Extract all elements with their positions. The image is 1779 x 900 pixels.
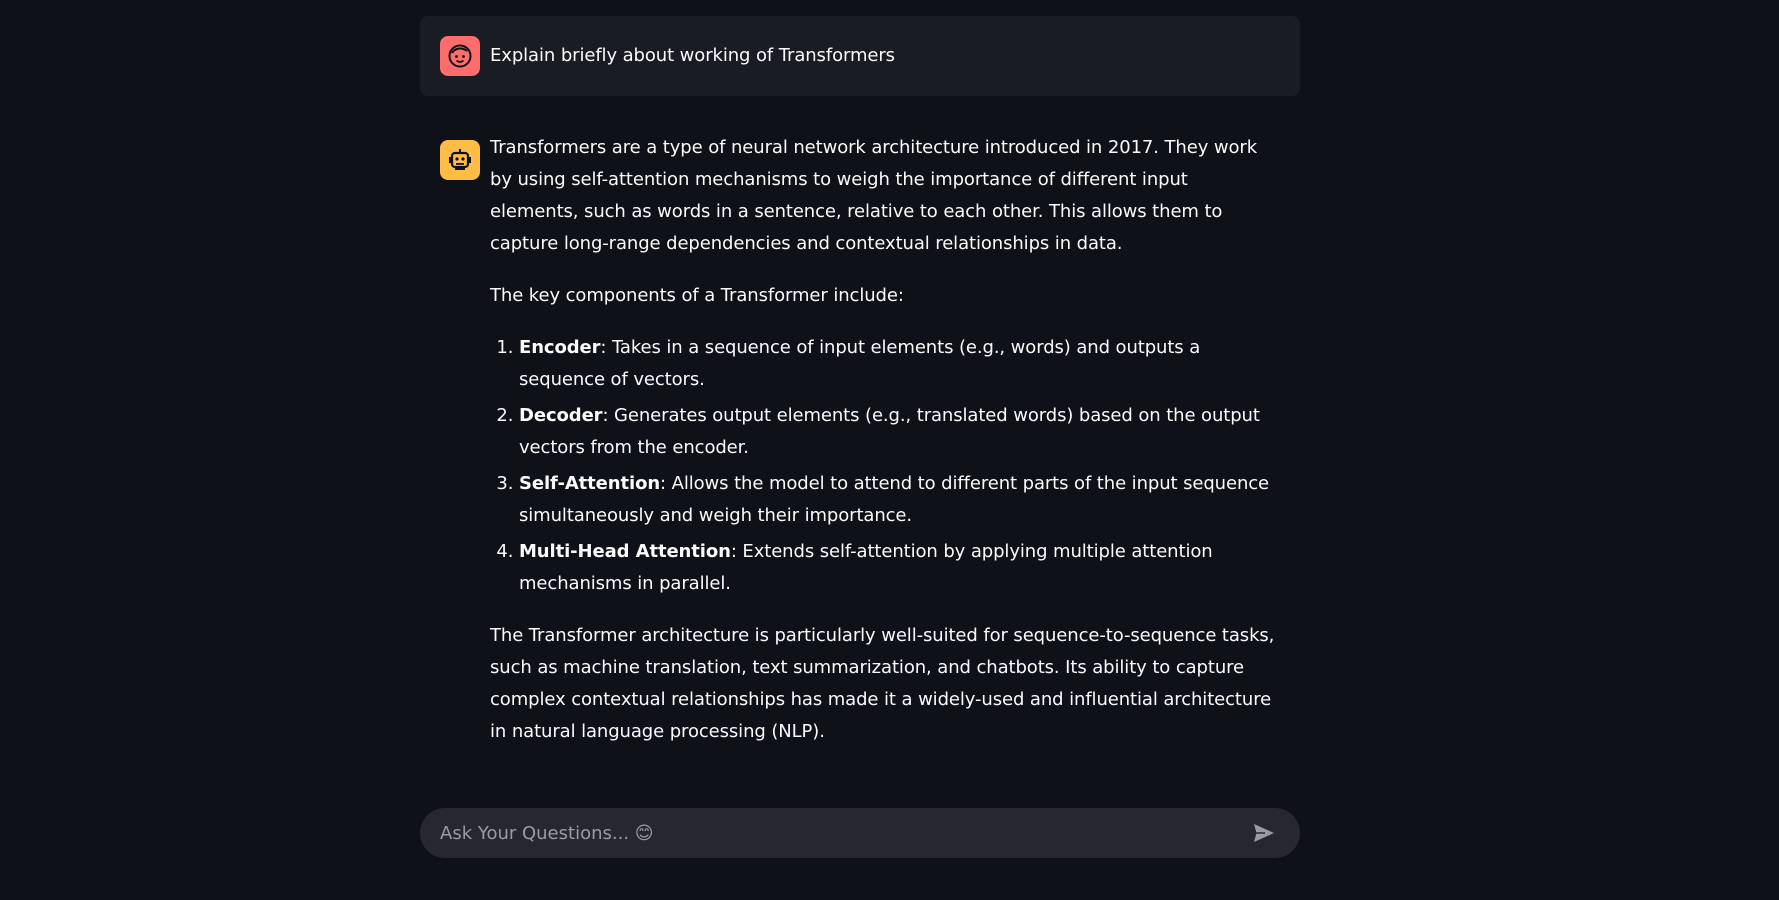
send-arrow-icon <box>1254 824 1274 842</box>
robot-icon <box>449 149 471 170</box>
chat-input[interactable] <box>440 822 1248 844</box>
list-item-text: : Takes in a sequence of input elements … <box>519 337 1201 390</box>
list-item-text: : Generates output elements (e.g., trans… <box>519 405 1260 458</box>
assistant-message-body: Transformers are a type of neural networ… <box>490 132 1280 748</box>
chat-messages: Explain briefly about working of Transfo… <box>420 16 1300 768</box>
list-item: Decoder: Generates output elements (e.g.… <box>519 400 1280 464</box>
list-item-term: Multi-Head Attention <box>519 541 731 562</box>
user-message: Explain briefly about working of Transfo… <box>420 16 1300 96</box>
list-item: Encoder: Takes in a sequence of input el… <box>519 332 1280 396</box>
list-item-term: Encoder <box>519 337 601 358</box>
send-button[interactable] <box>1248 817 1280 849</box>
chat-app: Explain briefly about working of Transfo… <box>0 0 1779 900</box>
user-face-icon <box>448 44 472 68</box>
user-message-text: Explain briefly about working of Transfo… <box>490 45 895 66</box>
list-item: Self-Attention: Allows the model to atte… <box>519 468 1280 532</box>
components-list: Encoder: Takes in a sequence of input el… <box>490 332 1280 600</box>
assistant-avatar <box>440 140 480 180</box>
list-item-term: Self-Attention <box>519 473 661 494</box>
list-item: Multi-Head Attention: Extends self-atten… <box>519 536 1280 600</box>
user-avatar <box>440 36 480 76</box>
chat-input-bar <box>420 808 1300 858</box>
assistant-paragraph: The key components of a Transformer incl… <box>490 285 904 306</box>
assistant-message: Transformers are a type of neural networ… <box>420 120 1300 768</box>
assistant-paragraph: Transformers are a type of neural networ… <box>490 137 1258 254</box>
assistant-paragraph: The Transformer architecture is particul… <box>490 625 1275 742</box>
list-item-term: Decoder <box>519 405 603 426</box>
